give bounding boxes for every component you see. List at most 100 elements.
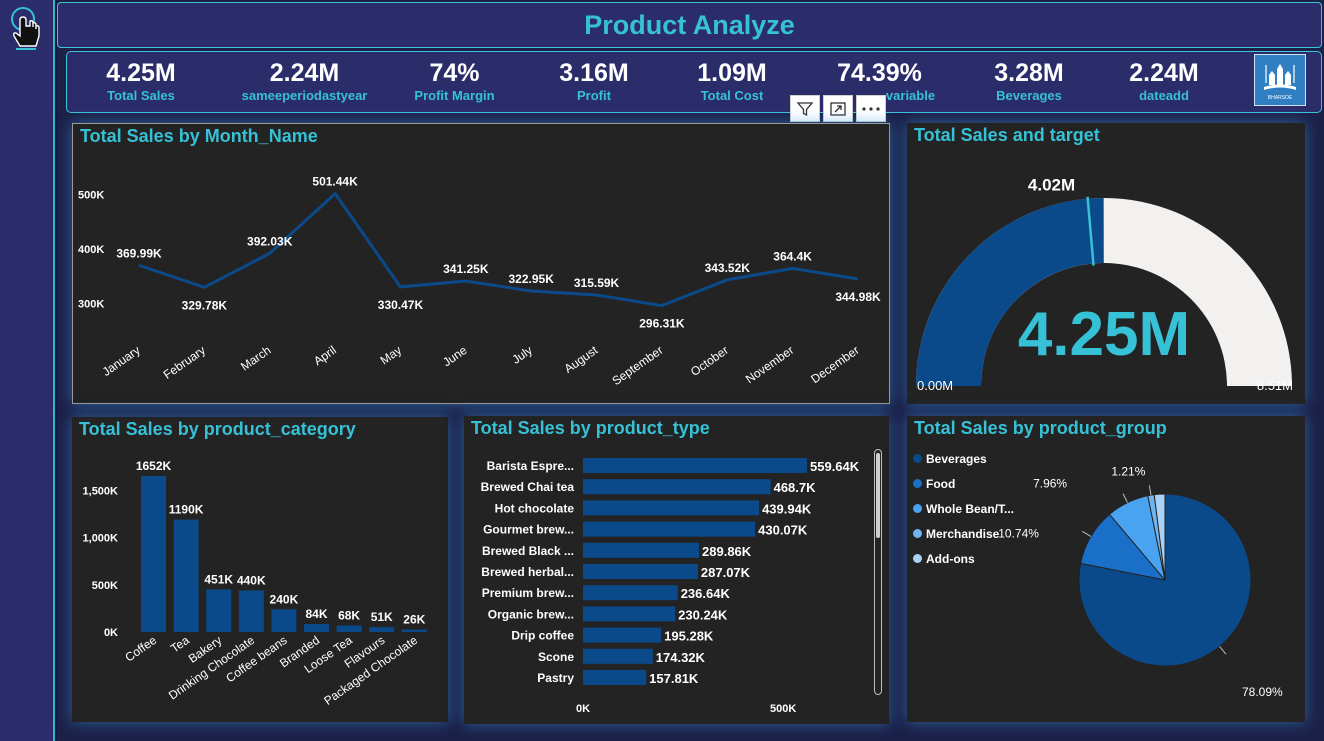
x-tick-label: March [238,343,273,374]
kpi-value: 74.39% [837,59,922,87]
data-label: 26K [403,613,425,627]
bar [173,519,199,632]
data-label: 392.03K [247,234,293,248]
x-tick-label: October [688,343,731,379]
line-series [138,191,859,308]
leader-line [1081,530,1092,537]
kpi-value: 1.09M [697,59,767,87]
kpi-label: Total Sales [107,88,175,103]
bar [401,629,427,632]
bar [369,627,395,632]
data-label: 341.25K [443,262,489,276]
x-tick-label: 500K [770,703,796,715]
x-tick-label: January [100,343,143,379]
x-tick-label: September [610,343,666,388]
kpi-total-cost[interactable]: 1.09M Total Cost [680,58,784,104]
bar [583,521,756,537]
leader-line [1148,485,1152,496]
sidebar [0,0,55,741]
data-label: 10.74% [998,526,1039,540]
type-chart-panel[interactable]: Total Sales by product_type Barista Espr… [464,416,889,724]
data-label: 230.24K [678,607,728,622]
kpi-bar: 4.25M Total Sales 2.24M sameeperiodastye… [66,51,1322,113]
kpi-beverages[interactable]: 3.28M Beverages [977,58,1081,104]
x-tick-label: November [743,343,796,386]
kpi-label: Total Cost [700,88,764,103]
focus-mode-button[interactable] [823,95,853,122]
bar [583,670,647,685]
y-tick-label: Organic brew... [488,607,574,621]
x-tick-label: December [808,343,861,386]
scrollbar-thumb[interactable] [876,453,880,538]
data-label: 330.47K [378,298,424,312]
x-tick-label: May [378,343,405,367]
y-tick-label: 500K [78,189,104,201]
bar [583,500,760,516]
bar [304,624,329,632]
data-label: 287.07K [701,565,751,580]
filter-button[interactable] [790,95,820,122]
y-tick-label: Brewed herbal... [481,565,574,579]
y-tick-label: 1,000K [83,533,119,545]
data-label: 1.21% [1111,464,1145,478]
data-label: 7.96% [1033,477,1067,491]
y-tick-label: 1,500K [83,485,119,497]
focus-mode-icon [830,101,846,116]
gauge-panel[interactable]: Total Sales and target 4.02M 4.25M 0.00M 8.… [907,123,1305,404]
data-label: 289.86K [702,544,752,559]
y-tick-label: Barista Espre... [487,459,574,473]
hand-pointer-icon[interactable] [6,6,48,52]
filter-icon [796,101,814,116]
data-label: 343.52K [705,261,751,275]
line-chart: 300K 400K 500K 369.99K January 329.78K Februar… [78,175,881,388]
gauge-chart: 4.02M 4.25M 0.00M 8.51M [916,176,1293,393]
x-tick-label: July [509,343,535,367]
gauge-target-label: 4.02M [1028,176,1075,195]
bar [206,589,232,632]
leader-line [1219,646,1227,655]
group-chart-panel[interactable]: Total Sales by product_group Beverages F… [907,416,1305,722]
bar [583,564,698,579]
y-tick-label: 400K [78,244,104,256]
gauge-min-label: 0.00M [917,378,953,393]
gauge-max-label: 8.51M [1257,378,1293,393]
kpi-label: Profit [577,88,611,103]
bar [583,479,771,495]
y-tick-label: 300K [78,299,104,311]
data-label: 1190K [169,503,204,517]
line-chart-panel[interactable]: Total Sales by Month_Name 300K 400K 500K 36… [72,123,890,404]
y-tick-label: Scone [538,650,574,664]
data-label: 240K [270,592,299,606]
logo-text: BHARSOE [1268,95,1293,101]
x-tick-label: February [161,343,208,382]
kpi-profit-margin[interactable]: 74% Profit Margin [402,58,507,104]
data-label: 51K [371,610,393,624]
data-label: 559.64K [810,459,860,474]
y-tick-label: Brewed Chai tea [481,480,575,494]
kpi-value: 2.24M [269,59,340,87]
bar [141,476,166,632]
kpi-dateadd[interactable]: 2.24M dateadd [1112,58,1216,104]
kpi-label: sameeperiodastyear [241,88,368,103]
kpi-total-sales[interactable]: 4.25M Total Sales [89,58,193,104]
data-label: 78.09% [1242,685,1283,699]
data-label: 296.31K [639,317,685,331]
title-bar: Product Analyze [57,2,1322,48]
data-label: 84K [305,607,327,621]
kpi-same-period-last-year[interactable]: 2.24M sameeperiodastyear [232,58,377,104]
y-tick-label: Hot chocolate [495,501,575,515]
data-label: 236.64K [681,586,731,601]
x-tick-label: 0K [576,703,590,715]
data-label: 157.81K [649,671,699,686]
data-label: 68K [338,609,360,623]
kpi-profit[interactable]: 3.16M Profit [542,58,646,104]
data-label: 195.28K [664,629,714,644]
kpi-value: 3.28M [994,59,1064,87]
y-tick-label: 500K [92,580,118,592]
bar [583,606,676,622]
kpi-value: 2.24M [1129,59,1199,87]
data-label: 369.99K [116,246,162,260]
more-options-button[interactable] [856,95,886,122]
y-tick-label: Brewed Black ... [482,544,574,558]
category-chart-panel[interactable]: Total Sales by product_category 0K 500K 1,… [72,417,448,722]
